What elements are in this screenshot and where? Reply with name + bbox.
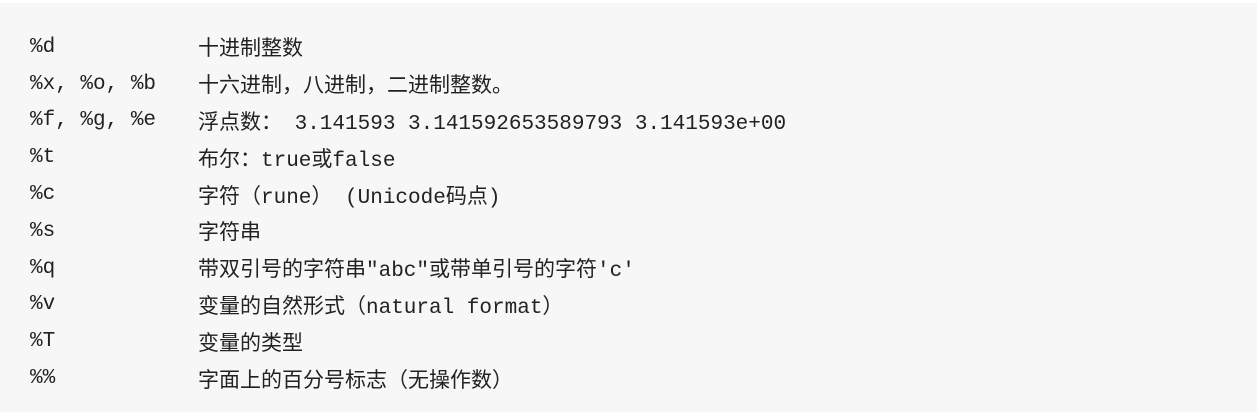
verb-description: 布尔：true或false — [198, 149, 396, 173]
verb-description: 浮点数： 3.141593 3.141592653589793 3.141593… — [198, 112, 787, 136]
verb-label: %s — [30, 219, 56, 243]
verb-label: %c — [30, 183, 56, 207]
format-verb-row: %c 字符（rune） (Unicode码点) — [30, 176, 1257, 213]
verb-description: 字符（rune） (Unicode码点) — [198, 186, 501, 210]
format-verb-row: %q 带双引号的字符串"abc"或带单引号的字符'c' — [30, 250, 1257, 287]
verb-description: 带双引号的字符串"abc"或带单引号的字符'c' — [198, 260, 635, 284]
format-verb-row: %t 布尔：true或false — [30, 139, 1257, 176]
verb-label: %T — [30, 330, 56, 354]
format-verb-row: %x, %o, %b 十六进制，八进制，二进制整数。 — [30, 66, 1257, 103]
verb-description: 变量的自然形式（natural format） — [198, 296, 564, 320]
verb-label: %f, %g, %e — [30, 109, 157, 133]
verb-label: %t — [30, 146, 56, 170]
verb-description: 十六进制，八进制，二进制整数。 — [198, 76, 513, 100]
format-verb-row: %d 十进制整数 — [30, 29, 1257, 66]
verb-label: %d — [30, 35, 56, 59]
verb-label: %x, %o, %b — [30, 72, 157, 96]
verb-description: 字符串 — [198, 223, 261, 247]
format-verb-row: %% 字面上的百分号标志（无操作数） — [30, 360, 1257, 397]
code-block: %d 十进制整数 %x, %o, %b 十六进制，八进制，二进制整数。 %f, … — [0, 3, 1257, 412]
verb-label: %% — [30, 367, 56, 391]
verb-label: %v — [30, 293, 56, 317]
verb-label: %q — [30, 256, 56, 280]
format-verb-row: %f, %g, %e 浮点数： 3.141593 3.1415926535897… — [30, 103, 1257, 140]
format-verb-row: %v 变量的自然形式（natural format） — [30, 287, 1257, 324]
verb-description: 变量的类型 — [198, 333, 303, 357]
verb-description: 十进制整数 — [198, 39, 303, 63]
verb-description: 字面上的百分号标志（无操作数） — [198, 370, 513, 394]
format-verb-row: %T 变量的类型 — [30, 323, 1257, 360]
format-verb-row: %s 字符串 — [30, 213, 1257, 250]
